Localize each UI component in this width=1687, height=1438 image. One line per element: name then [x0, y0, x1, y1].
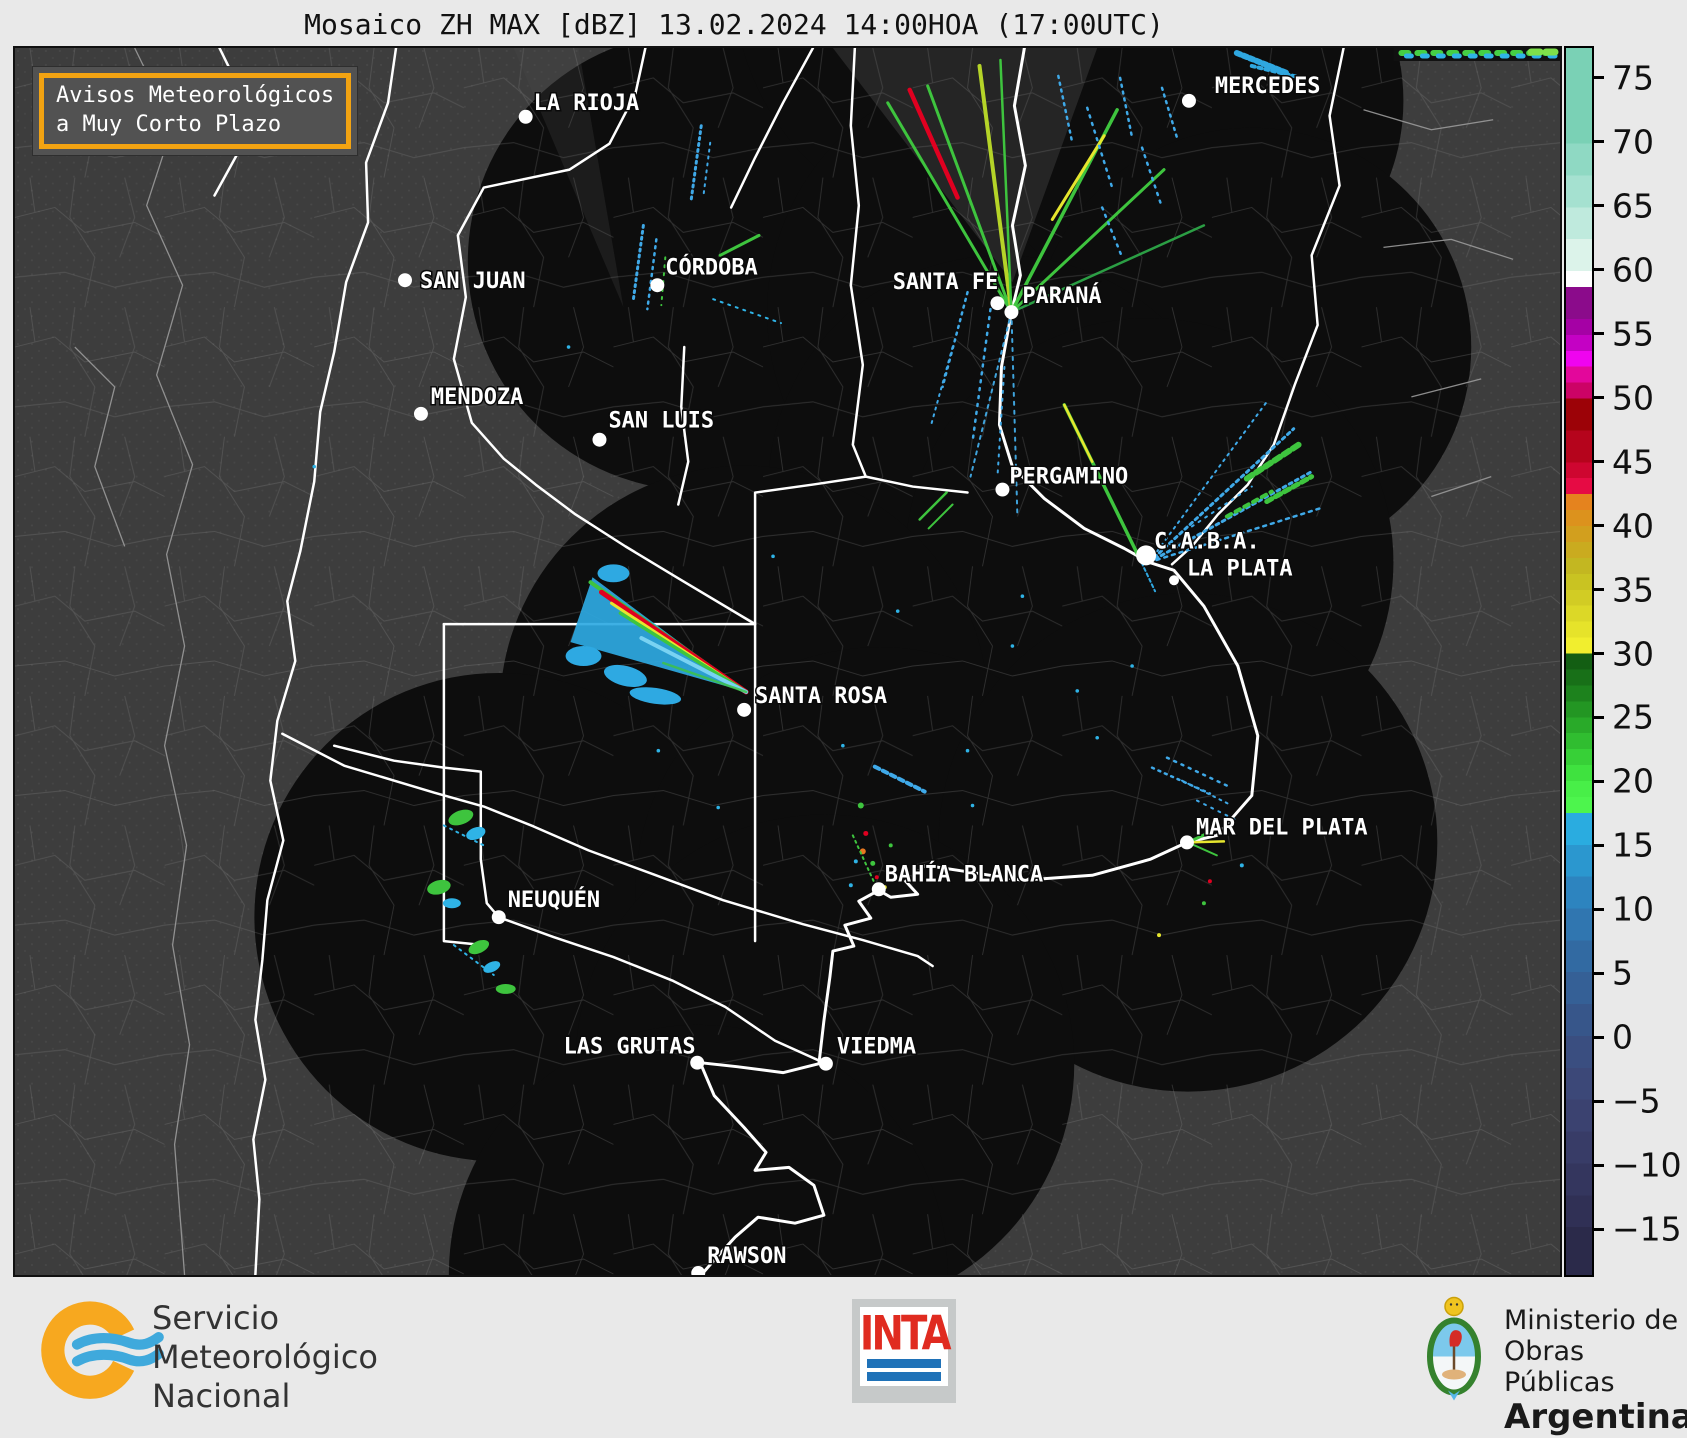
colorbar-tick-label: 30 — [1612, 634, 1654, 673]
colorbar-tick-label: 15 — [1612, 826, 1654, 865]
dbz-colorbar — [1564, 46, 1594, 1277]
city-label: MERCEDES — [1215, 74, 1321, 99]
colorbar-tick-label: 55 — [1612, 314, 1654, 353]
ministry-line-2: Obras Públicas — [1504, 1336, 1687, 1398]
city-dot — [990, 296, 1004, 310]
colorbar-tick — [1594, 140, 1604, 143]
warning-banner[interactable]: Avisos Meteorológicos a Muy Corto Plazo — [33, 67, 357, 155]
colorbar-tick-label: 50 — [1612, 378, 1654, 417]
colorbar-tick — [1594, 1164, 1604, 1167]
city-label: RAWSON — [707, 1244, 786, 1269]
city-dot — [995, 483, 1009, 497]
inta-bar-2 — [867, 1372, 941, 1381]
city-dot — [593, 433, 607, 447]
warning-banner-line1: Avisos Meteorológicos — [56, 81, 334, 110]
colorbar-tick-label: 75 — [1612, 58, 1654, 97]
city-dot — [398, 273, 412, 287]
city-label: MAR DEL PLATA — [1196, 815, 1368, 840]
city-dot — [414, 407, 428, 421]
colorbar-tick — [1594, 76, 1604, 79]
map-canvas: LA RIOJA MERCEDES SAN JUAN CÓRDOBA SANTA FE P… — [15, 48, 1560, 1275]
city-label: CÓRDOBA — [665, 254, 757, 280]
city-label: MENDOZA — [431, 385, 523, 410]
colorbar-tick-label: 60 — [1612, 250, 1654, 289]
colorbar-tick-label: −15 — [1612, 1210, 1682, 1249]
colorbar-tick-label: 10 — [1612, 890, 1654, 929]
city-label: LAS GRUTAS — [564, 1035, 696, 1060]
smn-logo-icon — [38, 1291, 168, 1413]
colorbar-tick-label: 45 — [1612, 442, 1654, 481]
page-title: Mosaico ZH MAX [dBZ] 13.02.2024 14:00HOA… — [0, 8, 1468, 41]
colorbar-tick-label: −5 — [1612, 1082, 1661, 1121]
colorbar-tick-label: −10 — [1612, 1146, 1682, 1185]
colorbar-tick-label: 40 — [1612, 506, 1654, 545]
colorbar-tick — [1594, 716, 1604, 719]
smn-logo-text: Servicio Meteorológico Nacional — [152, 1299, 378, 1416]
city-dot — [1180, 835, 1194, 849]
city-dot — [737, 703, 751, 717]
colorbar-tick — [1594, 908, 1604, 911]
city-label: BAHÍA BLANCA — [885, 861, 1043, 887]
city-dot — [519, 110, 533, 124]
colorbar-tick-label: 25 — [1612, 698, 1654, 737]
city-dot — [819, 1057, 833, 1071]
colorbar-tick-label: 35 — [1612, 570, 1654, 609]
inta-logo-text: INTA — [860, 1310, 949, 1357]
colorbar-tick — [1594, 332, 1604, 335]
colorbar-tick — [1594, 524, 1604, 527]
colorbar-tick-label: 0 — [1612, 1018, 1633, 1057]
ministry-line-3: Argentina — [1504, 1398, 1687, 1436]
city-label: NEUQUÉN — [508, 887, 600, 913]
city-label: SANTA ROSA — [755, 684, 887, 709]
department-boundaries — [15, 48, 1560, 1275]
footer: Servicio Meteorológico Nacional INTA Min… — [0, 1277, 1687, 1438]
colorbar-tick — [1594, 1036, 1604, 1039]
colorbar-tick — [1594, 396, 1604, 399]
radar-mosaic-page: Mosaico ZH MAX [dBZ] 13.02.2024 14:00HOA… — [0, 0, 1687, 1438]
city-dot — [1136, 545, 1156, 565]
radar-map: LA RIOJA MERCEDES SAN JUAN CÓRDOBA SANTA FE P… — [13, 46, 1562, 1277]
argentina-coat-of-arms-icon — [1422, 1293, 1486, 1408]
smn-line-1: Servicio — [152, 1299, 378, 1338]
smn-line-2: Meteorológico — [152, 1338, 378, 1377]
city-dot — [1004, 305, 1018, 319]
colorbar-tick-label: 5 — [1612, 954, 1633, 993]
colorbar-tick — [1594, 204, 1604, 207]
colorbar-tick-label: 65 — [1612, 186, 1654, 225]
city-label: LA PLATA — [1187, 556, 1293, 581]
colorbar-tick — [1594, 588, 1604, 591]
city-label: SANTA FE — [893, 270, 999, 295]
smn-line-3: Nacional — [152, 1377, 378, 1416]
city-label: PARANÁ — [1022, 283, 1101, 309]
city-dot — [1182, 94, 1196, 108]
city-dot — [650, 278, 664, 292]
colorbar-tick — [1594, 780, 1604, 783]
city-label: SAN LUIS — [608, 409, 714, 434]
colorbar-tick — [1594, 268, 1604, 271]
colorbar-tick — [1594, 460, 1604, 463]
colorbar-tick — [1594, 844, 1604, 847]
city-dot — [872, 882, 886, 896]
city-label: C.A.B.A. — [1154, 529, 1260, 554]
ministry-logo-text: Ministerio de Obras Públicas Argentina — [1504, 1305, 1687, 1436]
dbz-colorbar-ticks: 757065605550454035302520151050−5−10−15 — [1594, 46, 1686, 1277]
colorbar-tick — [1594, 1100, 1604, 1103]
inta-logo: INTA — [852, 1299, 956, 1403]
city-label: LA RIOJA — [534, 91, 640, 116]
city-dot — [1169, 575, 1179, 585]
colorbar-tick-label: 20 — [1612, 762, 1654, 801]
ministry-line-1: Ministerio de — [1504, 1305, 1687, 1336]
warning-banner-border: Avisos Meteorológicos a Muy Corto Plazo — [39, 73, 351, 149]
colorbar-tick — [1594, 652, 1604, 655]
colorbar-tick — [1594, 1228, 1604, 1231]
city-dot — [492, 910, 506, 924]
warning-banner-line2: a Muy Corto Plazo — [56, 110, 334, 139]
city-label: VIEDMA — [837, 1035, 916, 1060]
colorbar-tick — [1594, 972, 1604, 975]
city-label: SAN JUAN — [420, 269, 526, 294]
city-label: PERGAMINO — [1009, 465, 1128, 490]
colorbar-tick-label: 70 — [1612, 122, 1654, 161]
